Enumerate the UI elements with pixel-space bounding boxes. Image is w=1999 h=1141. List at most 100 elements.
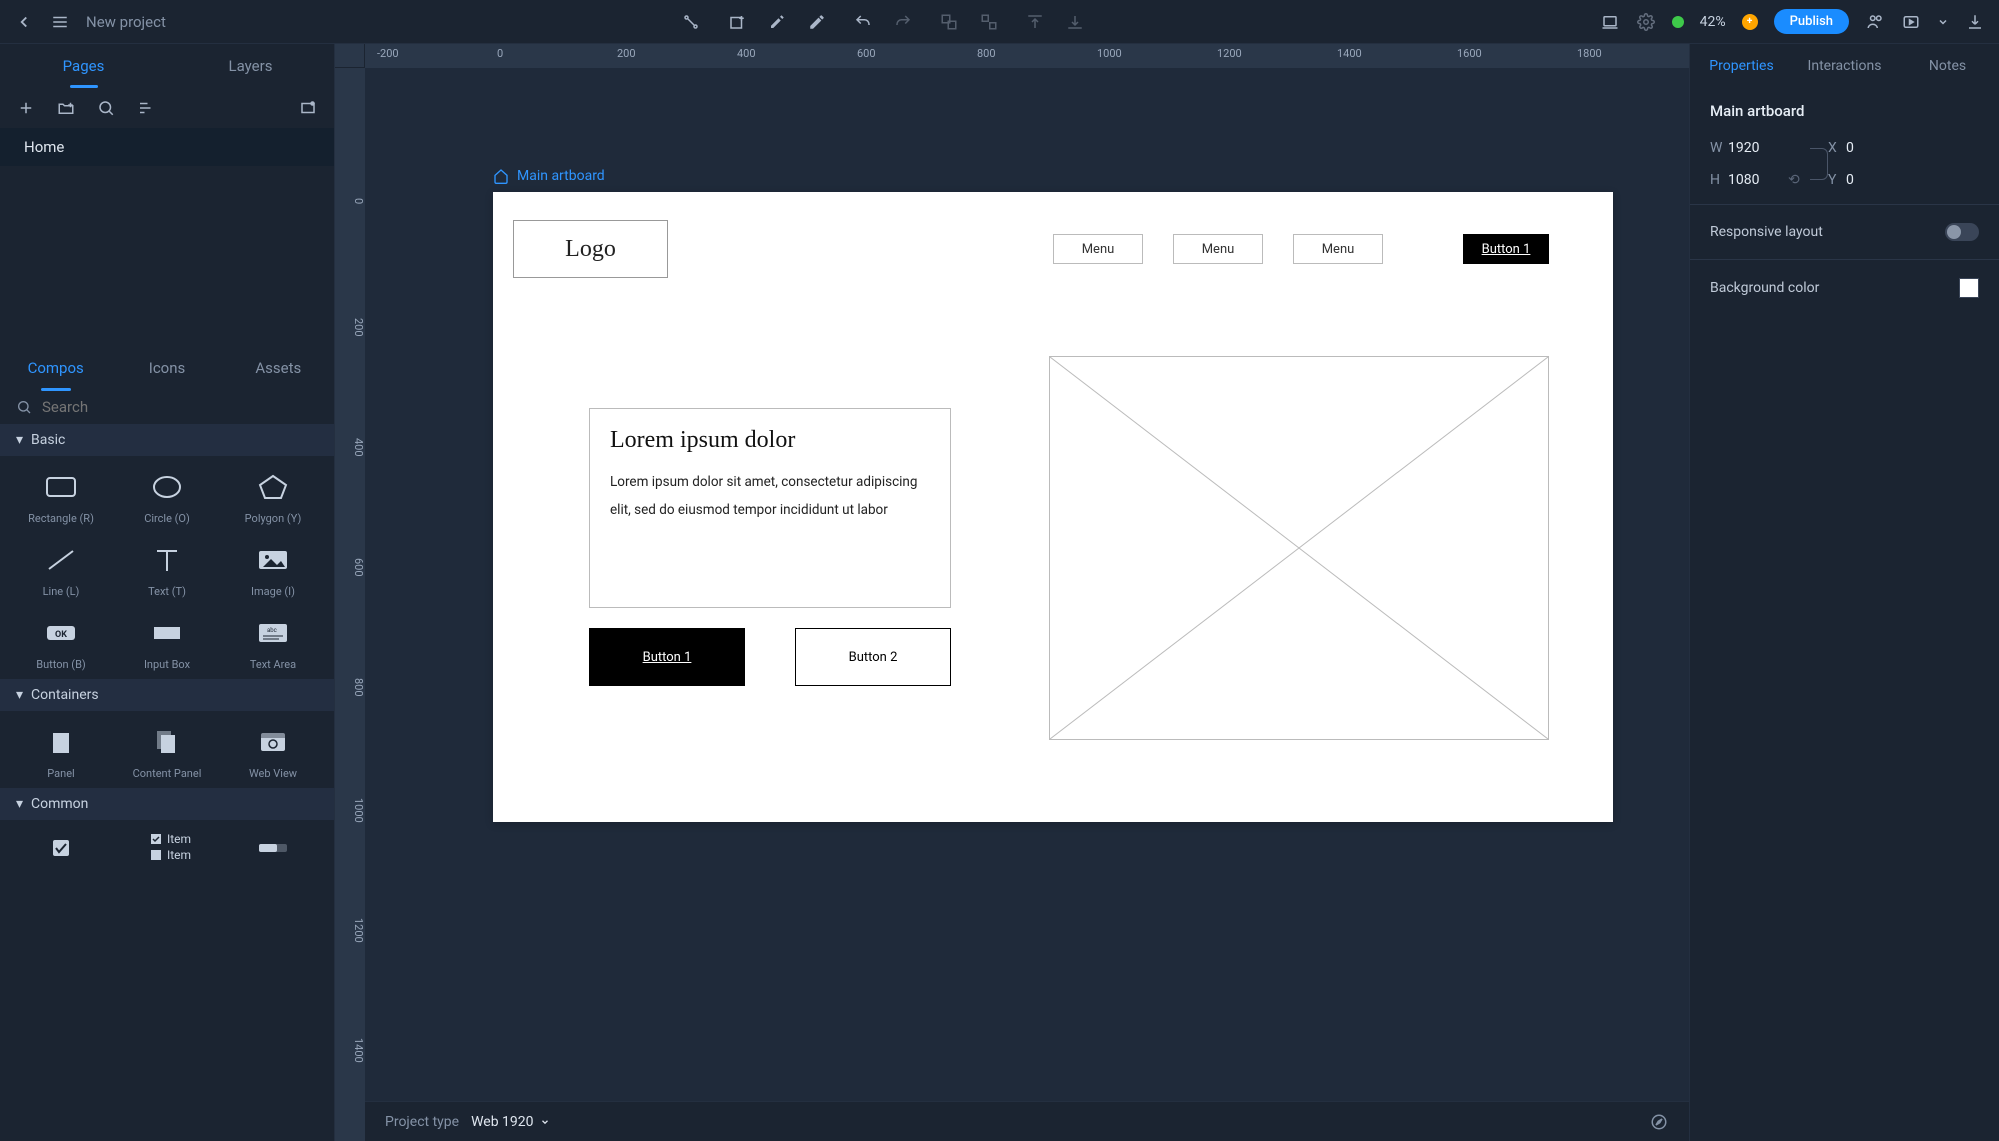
footer-bar: Project type Web 1920 — [365, 1101, 1689, 1141]
section-containers[interactable]: ▾ Containers — [0, 679, 334, 711]
right-panel: Properties Interactions Notes Main artbo… — [1689, 44, 1999, 1141]
search-input[interactable] — [42, 398, 318, 416]
compass-icon[interactable] — [1649, 1112, 1669, 1132]
section-basic-label: Basic — [31, 432, 65, 448]
compo-rectangle[interactable]: Rectangle (R) — [10, 470, 112, 525]
add-artboard-icon[interactable] — [727, 12, 747, 32]
sort-icon[interactable] — [136, 98, 156, 118]
chevron-down-icon: ▾ — [16, 432, 23, 448]
wf-cta-2[interactable]: Button 2 — [795, 628, 951, 686]
compo-line[interactable]: Line (L) — [10, 543, 112, 598]
tab-icons[interactable]: Icons — [111, 346, 222, 390]
menu-icon[interactable] — [50, 12, 70, 32]
dimensions-grid: W 1920 X 0 H 1080 ⟲ Y 0 — [1710, 140, 1979, 188]
ruler-horizontal: -200 0 200 400 600 800 1000 1200 1400 16… — [365, 44, 1689, 68]
dim-x-label: X — [1828, 140, 1846, 156]
wf-header-button[interactable]: Button 1 — [1463, 234, 1549, 264]
section-common-label: Common — [31, 796, 88, 812]
wf-menu-1[interactable]: Menu — [1053, 234, 1143, 264]
project-title[interactable]: New project — [86, 13, 166, 31]
canvas[interactable]: -200 0 200 400 600 800 1000 1200 1400 16… — [335, 44, 1689, 1141]
tab-layers[interactable]: Layers — [167, 44, 334, 88]
compo-polygon[interactable]: Polygon (Y) — [222, 470, 324, 525]
compo-button[interactable]: OKButton (B) — [10, 616, 112, 671]
compo-text[interactable]: Text (T) — [116, 543, 218, 598]
dim-y-value[interactable]: 0 — [1846, 172, 1896, 188]
align-top-icon[interactable] — [1025, 12, 1045, 32]
tab-pages[interactable]: Pages — [0, 44, 167, 88]
connector-tool-icon[interactable] — [681, 12, 701, 32]
wf-menu-3[interactable]: Menu — [1293, 234, 1383, 264]
search-page-icon[interactable] — [96, 98, 116, 118]
redo-icon[interactable] — [893, 12, 913, 32]
dim-w-label: W — [1710, 140, 1728, 156]
eyedropper-icon[interactable] — [767, 12, 787, 32]
publish-button[interactable]: Publish — [1774, 9, 1849, 34]
tab-compos[interactable]: Compos — [0, 346, 111, 390]
section-common[interactable]: ▾ Common — [0, 788, 334, 820]
compo-circle[interactable]: Circle (O) — [116, 470, 218, 525]
compo-webview[interactable]: Web View — [222, 725, 324, 780]
folder-add-icon[interactable] — [56, 98, 76, 118]
online-status-icon — [1672, 16, 1684, 28]
play-icon[interactable] — [1901, 12, 1921, 32]
tab-assets[interactable]: Assets — [223, 346, 334, 390]
dim-y-label: Y — [1828, 172, 1846, 188]
tab-interactions[interactable]: Interactions — [1793, 44, 1896, 88]
compo-progress[interactable] — [222, 830, 324, 864]
link-dimensions-icon[interactable] — [1810, 148, 1828, 180]
artboard-label[interactable]: Main artboard — [493, 168, 605, 184]
search-icon — [16, 399, 32, 415]
compo-panel[interactable]: Panel — [10, 725, 112, 780]
wf-hero-title: Lorem ipsum dolor — [610, 427, 930, 454]
group-icon[interactable] — [939, 12, 959, 32]
wf-logo[interactable]: Logo — [513, 220, 668, 278]
home-icon — [493, 168, 509, 184]
back-icon[interactable] — [14, 12, 34, 32]
dim-w-value[interactable]: 1920 — [1728, 140, 1788, 156]
add-page-icon[interactable] — [16, 98, 36, 118]
compo-content-panel[interactable]: Content Panel — [116, 725, 218, 780]
top-toolbar: New project 42% + Publish — [0, 0, 1999, 44]
ruler-vertical: 0 200 400 600 800 1000 1200 1400 — [335, 68, 365, 1141]
share-icon[interactable] — [1865, 12, 1885, 32]
tab-properties[interactable]: Properties — [1690, 44, 1793, 88]
compo-image[interactable]: Image (I) — [222, 543, 324, 598]
align-bottom-icon[interactable] — [1065, 12, 1085, 32]
arrange-icon[interactable] — [298, 98, 318, 118]
settings-icon[interactable] — [1636, 12, 1656, 32]
wf-cta-1[interactable]: Button 1 — [589, 628, 745, 686]
ungroup-icon[interactable] — [979, 12, 999, 32]
project-type-select[interactable]: Web 1920 — [471, 1114, 549, 1130]
dim-h-value[interactable]: 1080 — [1728, 172, 1788, 188]
chevron-down-icon: ▾ — [16, 687, 23, 703]
left-panel: Pages Layers Home Compos Icons Assets ▾ … — [0, 44, 335, 1141]
compo-input[interactable]: IInput Box — [116, 616, 218, 671]
bgcolor-label: Background color — [1710, 280, 1819, 296]
selection-name: Main artboard — [1710, 102, 1979, 120]
wf-menu-2[interactable]: Menu — [1173, 234, 1263, 264]
compo-checkbox[interactable] — [10, 830, 112, 864]
zoom-level[interactable]: 42% — [1700, 14, 1726, 30]
tab-notes[interactable]: Notes — [1896, 44, 1999, 88]
responsive-label: Responsive layout — [1710, 224, 1823, 240]
undo-icon[interactable] — [853, 12, 873, 32]
dim-x-value[interactable]: 0 — [1846, 140, 1896, 156]
section-basic[interactable]: ▾ Basic — [0, 424, 334, 456]
wf-hero-text[interactable]: Lorem ipsum dolor Lorem ipsum dolor sit … — [589, 408, 951, 608]
device-icon[interactable] — [1600, 12, 1620, 32]
page-item-home[interactable]: Home — [0, 128, 334, 166]
dim-h-label: H — [1710, 172, 1728, 188]
chevron-down-icon[interactable] — [1937, 12, 1949, 32]
artboard[interactable]: Logo Menu Menu Menu Button 1 Lorem ipsum… — [493, 192, 1613, 822]
wf-image-placeholder[interactable] — [1049, 356, 1549, 740]
bgcolor-swatch[interactable] — [1959, 278, 1979, 298]
pencil-icon[interactable] — [807, 12, 827, 32]
chevron-down-icon: ▾ — [16, 796, 23, 812]
compo-textarea[interactable]: abcText Area — [222, 616, 324, 671]
download-icon[interactable] — [1965, 12, 1985, 32]
compo-checklist[interactable]: Item Item — [116, 830, 218, 864]
responsive-toggle[interactable] — [1945, 223, 1979, 241]
reward-icon[interactable]: + — [1742, 14, 1758, 30]
svg-text:abc: abc — [267, 627, 277, 634]
